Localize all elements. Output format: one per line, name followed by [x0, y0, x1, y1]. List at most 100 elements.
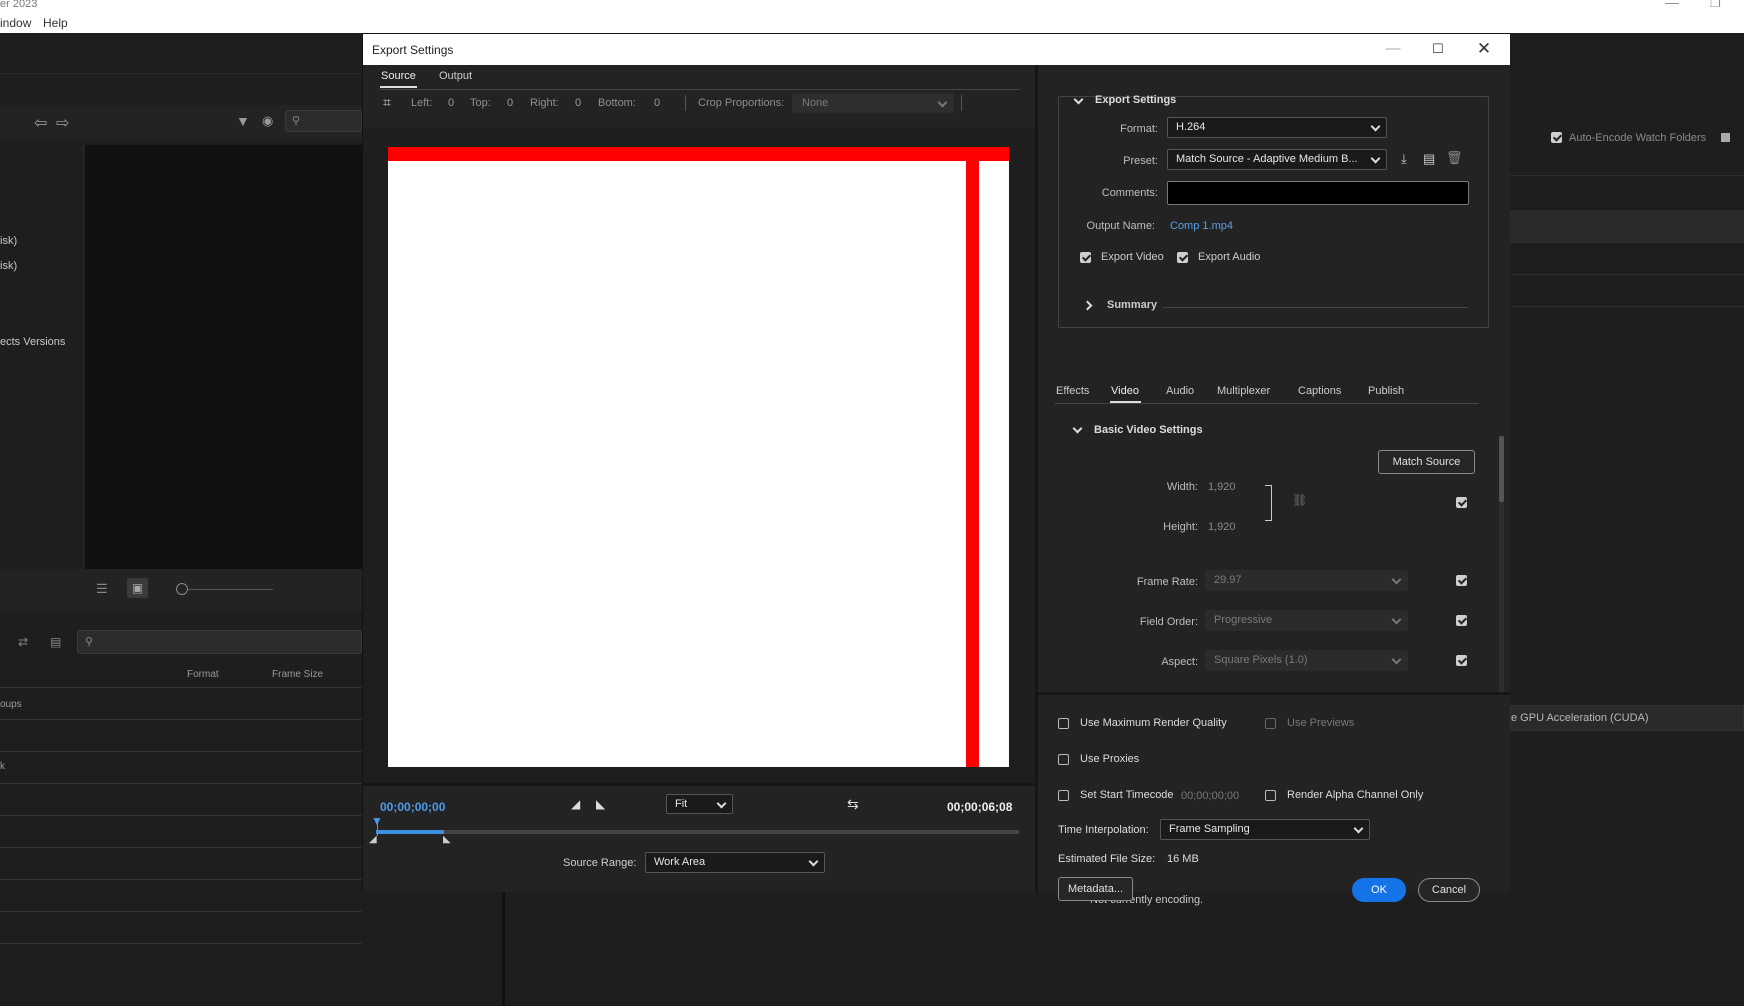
max-render-quality-checkbox[interactable]	[1058, 718, 1069, 729]
start-timecode-checkbox[interactable]	[1058, 790, 1069, 801]
field-order-select[interactable]: Progressive	[1205, 610, 1408, 631]
source-range-select[interactable]: Work Area	[645, 852, 825, 873]
aspect-toggle-icon[interactable]: ⇆	[847, 796, 859, 813]
trash-icon[interactable]: 🗑	[1446, 150, 1463, 166]
filter-icon[interactable]: ▼	[236, 113, 250, 129]
tab-source[interactable]: Source	[381, 70, 416, 82]
chevron-right-icon[interactable]	[1082, 300, 1093, 311]
tab-multiplexer[interactable]: Multiplexer	[1217, 385, 1270, 397]
menu-window[interactable]: indow	[0, 16, 31, 30]
ok-button[interactable]: OK	[1352, 878, 1406, 902]
chevron-down-icon[interactable]	[1073, 94, 1084, 105]
crop-icon[interactable]: ⌗	[383, 94, 391, 111]
export-video-checkbox[interactable]	[1080, 252, 1091, 263]
back-arrow-icon[interactable]: ⇦	[34, 113, 47, 133]
basic-video-settings-header[interactable]: Basic Video Settings	[1094, 424, 1203, 436]
field-order-override-checkbox[interactable]	[1456, 615, 1467, 626]
zoom-select[interactable]: Fit	[666, 794, 733, 814]
bg-list-item[interactable]: k	[0, 761, 5, 772]
import-preset-icon[interactable]: ▤	[1423, 151, 1435, 167]
metadata-button[interactable]: Metadata...	[1058, 877, 1133, 901]
max-render-quality-label[interactable]: Use Maximum Render Quality	[1080, 717, 1227, 729]
menu-help[interactable]: Help	[43, 16, 68, 30]
scrollbar-thumb[interactable]	[1499, 436, 1504, 502]
current-time[interactable]: 00;00;00;00	[380, 800, 445, 814]
match-source-button[interactable]: Match Source	[1378, 450, 1475, 474]
work-area-bar[interactable]	[376, 830, 444, 834]
out-point-marker[interactable]: ◣	[443, 834, 451, 845]
bg-encoding-panel: Not currently encoding.	[362, 891, 1510, 1006]
format-label: Format:	[1120, 123, 1158, 135]
bg-list-item[interactable]: oups	[0, 699, 22, 710]
frame-rate-override-checkbox[interactable]	[1456, 575, 1467, 586]
use-proxies-checkbox[interactable]	[1058, 754, 1069, 765]
tab-video[interactable]: Video	[1111, 385, 1139, 397]
crop-left-value[interactable]: 0	[448, 97, 454, 109]
render-alpha-checkbox[interactable]	[1265, 790, 1276, 801]
width-value[interactable]: 1,920	[1208, 481, 1236, 493]
tab-effects[interactable]: Effects	[1056, 385, 1089, 397]
export-audio-checkbox[interactable]	[1177, 252, 1188, 263]
save-preset-icon[interactable]: ⤓	[1401, 151, 1407, 167]
export-settings-header[interactable]: Export Settings	[1095, 94, 1176, 106]
tab-publish[interactable]: Publish	[1368, 385, 1404, 397]
new-preset-icon[interactable]: ⇄	[18, 635, 28, 649]
render-alpha-label[interactable]: Render Alpha Channel Only	[1287, 789, 1423, 801]
start-timecode-label[interactable]: Set Start Timecode	[1080, 789, 1174, 801]
time-interpolation-select[interactable]: Frame Sampling	[1160, 819, 1370, 840]
set-out-point-icon[interactable]: ◣	[596, 797, 605, 811]
tab-audio[interactable]: Audio	[1166, 385, 1194, 397]
forward-arrow-icon[interactable]: ⇨	[56, 113, 69, 133]
use-proxies-label[interactable]: Use Proxies	[1080, 753, 1139, 765]
auto-encode-checkbox[interactable]	[1551, 132, 1562, 143]
maximize-icon[interactable]: ☐	[1420, 38, 1456, 60]
folder-icon[interactable]: ▤	[50, 635, 61, 649]
cancel-button[interactable]: Cancel	[1418, 878, 1480, 902]
bg-item[interactable]: isk)	[0, 235, 17, 247]
preset-select[interactable]: Match Source - Adaptive Medium B...	[1167, 149, 1387, 170]
app-title-fragment: er 2023	[0, 0, 38, 10]
stop-icon[interactable]	[1721, 133, 1730, 142]
estimated-size-value: 16 MB	[1167, 853, 1199, 865]
col-format[interactable]: Format	[187, 669, 219, 680]
height-value[interactable]: 1,920	[1208, 521, 1236, 533]
comments-input[interactable]	[1167, 181, 1469, 205]
tab-captions[interactable]: Captions	[1298, 385, 1341, 397]
tab-output[interactable]: Output	[439, 70, 472, 82]
timeline-track[interactable]	[376, 830, 1019, 834]
aspect-override-checkbox[interactable]	[1456, 655, 1467, 666]
preset-search-input[interactable]: ⚲	[77, 630, 362, 654]
crop-right-value[interactable]: 0	[575, 97, 581, 109]
col-frame-size[interactable]: Frame Size	[272, 669, 323, 680]
crop-bottom-value[interactable]: 0	[654, 97, 660, 109]
chain-link-icon[interactable]: ⛓	[1292, 493, 1307, 507]
chevron-down-icon[interactable]	[1072, 423, 1083, 434]
bg-item[interactable]: isk)	[0, 260, 17, 272]
set-in-point-icon[interactable]: ◢	[571, 797, 580, 811]
summary-header[interactable]: Summary	[1107, 299, 1157, 311]
list-view-icon[interactable]: ☰	[96, 581, 108, 597]
restore-icon[interactable]: ❐	[1710, 0, 1721, 10]
icon-view-icon[interactable]: ▣	[127, 578, 148, 598]
gpu-renderer-select[interactable]: e GPU Acceleration (CUDA)	[1510, 705, 1744, 731]
output-name-link[interactable]: Comp 1.mp4	[1170, 220, 1233, 232]
minimize-icon[interactable]: —	[1665, 0, 1679, 10]
frame-rate-select[interactable]: 29.97	[1205, 570, 1408, 591]
export-audio-label[interactable]: Export Audio	[1198, 251, 1260, 263]
format-select[interactable]: H.264	[1167, 117, 1387, 138]
export-video-label[interactable]: Export Video	[1101, 251, 1164, 263]
minimize-icon[interactable]: —	[1375, 38, 1411, 60]
eye-icon[interactable]: ◉	[262, 113, 273, 129]
crop-proportions-select[interactable]: None	[792, 93, 954, 113]
bg-item[interactable]: ects Versions	[0, 336, 65, 348]
dimensions-override-checkbox[interactable]	[1456, 497, 1467, 508]
zoom-slider-track[interactable]	[188, 589, 273, 590]
aspect-select[interactable]: Square Pixels (1.0)	[1205, 650, 1408, 671]
crop-top-value[interactable]: 0	[507, 97, 513, 109]
aspect-value: Square Pixels (1.0)	[1214, 654, 1308, 666]
close-icon[interactable]: ✕	[1466, 38, 1502, 60]
in-point-marker[interactable]: ◢	[369, 834, 377, 845]
bg-queue-row[interactable]	[1510, 210, 1744, 242]
zoom-slider-handle[interactable]	[176, 583, 188, 595]
bg-search-input[interactable]: ⚲	[285, 110, 362, 132]
